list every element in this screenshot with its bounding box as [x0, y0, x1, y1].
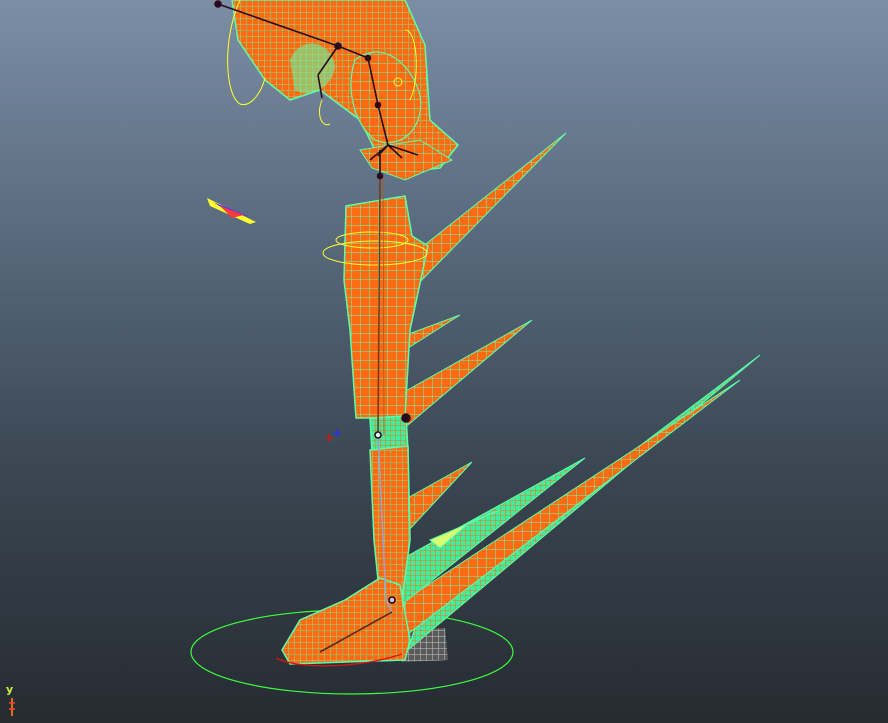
shin-mesh[interactable] [369, 445, 411, 601]
foot-mesh[interactable] [281, 577, 411, 665]
spike-fins[interactable] [394, 132, 761, 652]
floating-control-handle[interactable] [207, 198, 256, 224]
maya-viewport[interactable]: y [0, 0, 888, 723]
viewport-scene[interactable] [0, 0, 888, 723]
axis-z-glyph [9, 698, 15, 716]
upper-body-mesh[interactable] [231, 0, 460, 181]
thigh-mesh[interactable] [343, 195, 429, 419]
pivot-cross-icon[interactable] [325, 429, 341, 442]
axis-y-label: y [6, 683, 14, 696]
axis-gizmo-icon: y [4, 684, 24, 720]
